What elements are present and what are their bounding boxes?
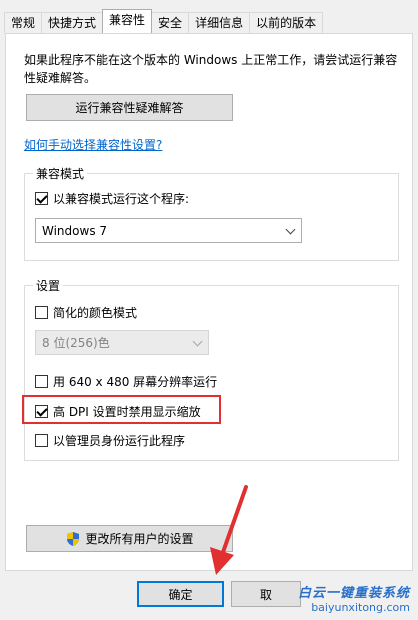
- intro-text: 如果此程序不能在这个版本的 Windows 上正常工作，请尝试运行兼容性疑难解答…: [24, 53, 398, 85]
- os-version-value: Windows 7: [42, 223, 108, 238]
- chevron-down-icon: [192, 336, 203, 347]
- compat-mode-title: 兼容模式: [33, 165, 88, 182]
- watermark: 白云一键重装系统 baiyunxitong.com: [298, 582, 410, 614]
- os-version-select[interactable]: Windows 7: [35, 218, 302, 243]
- tab-general[interactable]: 常规: [4, 12, 43, 33]
- reduced-color-row[interactable]: 简化的颜色模式: [35, 304, 137, 321]
- compat-mode-checkbox[interactable]: [35, 192, 48, 205]
- compat-mode-checkbox-row[interactable]: 以兼容模式运行这个程序:: [35, 190, 189, 207]
- res-640-row[interactable]: 用 640 x 480 屏幕分辨率运行: [35, 373, 217, 390]
- tab-shortcut[interactable]: 快捷方式: [41, 12, 104, 33]
- uac-shield-icon: [67, 531, 80, 546]
- compat-mode-group: 兼容模式 以兼容模式运行这个程序: Windows 7: [24, 165, 399, 261]
- tab-details[interactable]: 详细信息: [188, 12, 251, 33]
- tab-security[interactable]: 安全: [151, 12, 190, 33]
- settings-group: 设置 简化的颜色模式 8 位(256)色 用 640 x 480 屏幕分辨率运行…: [24, 277, 399, 461]
- run-as-admin-row[interactable]: 以管理员身份运行此程序: [35, 432, 185, 449]
- color-depth-value: 8 位(256)色: [42, 336, 110, 350]
- chevron-down-icon: [285, 224, 296, 235]
- red-arrow-icon: [210, 485, 248, 575]
- res-640-checkbox[interactable]: [35, 375, 48, 388]
- cancel-button[interactable]: 取: [231, 581, 301, 607]
- watermark-title: 白云一键重装系统: [297, 586, 410, 601]
- reduced-color-label: 简化的颜色模式: [53, 306, 138, 320]
- res-640-label: 用 640 x 480 屏幕分辨率运行: [53, 375, 218, 389]
- reduced-color-checkbox[interactable]: [35, 306, 48, 319]
- change-all-users-label: 更改所有用户的设置: [85, 532, 194, 546]
- settings-title: 设置: [33, 277, 64, 294]
- run-troubleshooter-button[interactable]: 运行兼容性疑难解答: [26, 94, 233, 121]
- highlight-box: [22, 395, 221, 424]
- compat-mode-label: 以兼容模式运行这个程序:: [53, 192, 190, 206]
- color-depth-select[interactable]: 8 位(256)色: [35, 330, 209, 355]
- watermark-url: baiyunxitong.com: [311, 601, 410, 614]
- run-as-admin-label: 以管理员身份运行此程序: [53, 434, 186, 448]
- tab-previous-versions[interactable]: 以前的版本: [249, 12, 324, 33]
- tab-compatibility[interactable]: 兼容性: [102, 9, 153, 33]
- tab-strip: 常规 快捷方式 兼容性 安全 详细信息 以前的版本: [4, 9, 324, 33]
- run-as-admin-checkbox[interactable]: [35, 434, 48, 447]
- ok-button[interactable]: 确定: [137, 581, 224, 607]
- manual-settings-link[interactable]: 如何手动选择兼容性设置?: [24, 136, 162, 153]
